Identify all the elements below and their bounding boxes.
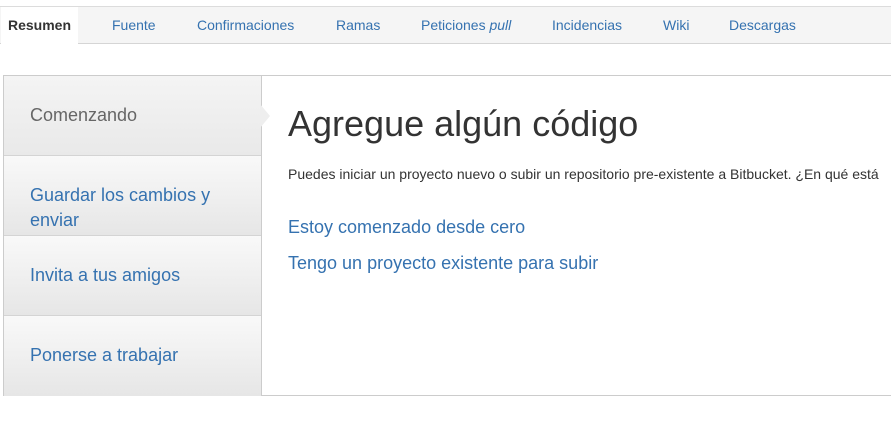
sidebar-item-invita[interactable]: Invita a tus amigos	[4, 236, 261, 316]
tab-confirmaciones[interactable]: Confirmaciones	[197, 7, 294, 44]
sidebar-item-label: Comenzando	[30, 105, 138, 125]
sidebar-item-guardar[interactable]: Guardar los cambios y enviar	[4, 156, 261, 236]
tab-peticiones-label: Peticiones	[421, 17, 490, 33]
tab-descargas[interactable]: Descargas	[729, 7, 796, 44]
getting-started-panel: Comenzando Guardar los cambios y enviar …	[3, 75, 891, 396]
sidebar-item-comenzando[interactable]: Comenzando	[4, 76, 261, 156]
page-title: Agregue algún código	[288, 103, 639, 144]
active-indicator-arrow-icon	[260, 104, 270, 128]
sidebar-item-ponerse[interactable]: Ponerse a trabajar	[4, 316, 261, 396]
tab-pull-label: pull	[489, 17, 512, 33]
sidebar-item-label: Invita a tus amigos	[30, 265, 181, 285]
tab-peticiones-pull[interactable]: Peticiones pull	[421, 7, 511, 44]
option-start-from-scratch-link[interactable]: Estoy comenzado desde cero	[288, 217, 525, 238]
tab-incidencias[interactable]: Incidencias	[552, 7, 622, 44]
sidebar-nav: Comenzando Guardar los cambios y enviar …	[4, 76, 262, 396]
sidebar-item-label: Ponerse a trabajar	[30, 345, 179, 365]
sidebar-item-label: Guardar los cambios y enviar	[30, 185, 211, 230]
intro-text: Puedes iniciar un proyecto nuevo o subir…	[288, 166, 879, 182]
repo-tab-bar: Resumen Fuente Confirmaciones Ramas Peti…	[0, 6, 891, 45]
tab-fuente[interactable]: Fuente	[112, 7, 156, 44]
tab-resumen[interactable]: Resumen	[1, 7, 79, 45]
tab-wiki[interactable]: Wiki	[663, 7, 689, 44]
option-existing-project-link[interactable]: Tengo un proyecto existente para subir	[288, 253, 598, 274]
tab-ramas[interactable]: Ramas	[336, 7, 380, 44]
